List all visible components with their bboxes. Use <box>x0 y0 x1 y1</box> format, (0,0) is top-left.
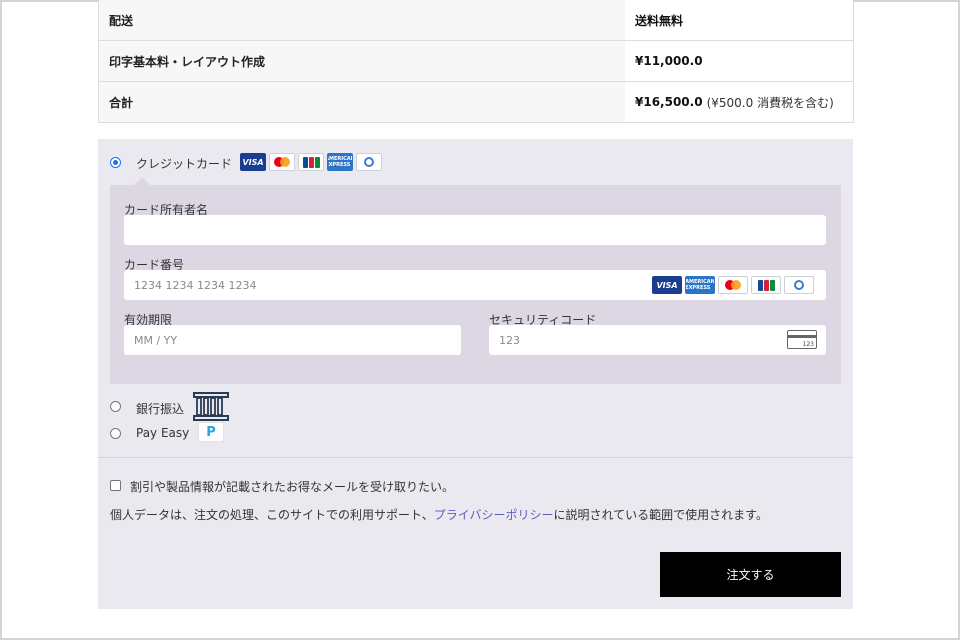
table-row: 印字基本料・レイアウト作成 ¥11,000.0 <box>99 40 853 81</box>
card-number-input[interactable]: 1234 1234 1234 1234 VISA AMERICAN EXPRES… <box>124 270 826 300</box>
tax-note: (¥500.0 消費税を含む) <box>706 95 834 110</box>
security-code-input[interactable]: 123 123 <box>489 325 826 355</box>
table-row: 合計 ¥16,500.0 (¥500.0 消費税を含む) <box>99 81 853 122</box>
print-fee-label: 印字基本料・レイアウト作成 <box>99 41 625 81</box>
print-fee-value-text: ¥11,000.0 <box>635 54 703 68</box>
table-row: 配送 送料無料 <box>99 0 853 40</box>
mastercard-icon <box>718 276 748 294</box>
payeasy-label[interactable]: Pay Easy <box>136 426 189 440</box>
credit-card-radio[interactable] <box>110 157 121 168</box>
order-summary-table: 配送 送料無料 印字基本料・レイアウト作成 ¥11,000.0 合計 ¥16,5… <box>98 0 854 123</box>
bank-transfer-label[interactable]: 銀行振込 <box>136 400 184 417</box>
jcb-icon <box>298 153 324 171</box>
total-value: ¥16,500.0 (¥500.0 消費税を含む) <box>625 82 853 122</box>
payeasy-radio[interactable] <box>110 428 121 439</box>
credit-card-form: カード所有者名 カード番号 1234 1234 1234 1234 VISA A… <box>110 185 841 384</box>
payeasy-icon: P <box>198 422 224 442</box>
card-brand-icons: VISA AMERICAN EXPRESS <box>240 153 382 171</box>
card-back-icon: 123 <box>787 330 817 349</box>
print-fee-value: ¥11,000.0 <box>625 41 853 81</box>
bank-icon <box>193 392 229 421</box>
diners-icon <box>784 276 814 294</box>
newsletter-label[interactable]: 割引や製品情報が記載されたお得なメールを受け取りたい。 <box>130 478 454 495</box>
privacy-policy-link[interactable]: プライバシーポリシー <box>434 508 554 522</box>
shipping-value-text: 送料無料 <box>635 13 684 28</box>
amex-icon: AMERICAN EXPRESS <box>327 153 353 171</box>
privacy-prefix: 個人データは、注文の処理、このサイトでの利用サポート、 <box>110 508 434 522</box>
place-order-button[interactable]: 注文する <box>660 552 841 597</box>
privacy-notice: 個人データは、注文の処理、このサイトでの利用サポート、プライバシーポリシーに説明… <box>110 506 768 523</box>
visa-icon: VISA <box>652 276 682 294</box>
diners-icon <box>356 153 382 171</box>
shipping-label: 配送 <box>99 0 625 40</box>
total-label: 合計 <box>99 82 625 122</box>
bank-transfer-radio[interactable] <box>110 401 121 412</box>
amex-icon: AMERICAN EXPRESS <box>685 276 715 294</box>
total-amount: ¥16,500.0 <box>635 95 703 109</box>
payment-section: クレジットカード VISA AMERICAN EXPRESS カード所有者名 カ… <box>98 139 853 609</box>
card-holder-input[interactable] <box>124 215 826 245</box>
credit-card-label[interactable]: クレジットカード <box>136 155 232 172</box>
card-number-brand-icons: VISA AMERICAN EXPRESS <box>652 276 814 294</box>
panel-caret <box>134 177 150 185</box>
visa-icon: VISA <box>240 153 266 171</box>
expiry-placeholder: MM / YY <box>134 333 178 347</box>
jcb-icon <box>751 276 781 294</box>
newsletter-checkbox[interactable] <box>110 480 121 491</box>
security-code-placeholder: 123 <box>499 333 520 347</box>
card-number-placeholder: 1234 1234 1234 1234 <box>134 278 257 292</box>
divider <box>98 457 853 458</box>
mastercard-icon <box>269 153 295 171</box>
expiry-input[interactable]: MM / YY <box>124 325 461 355</box>
shipping-value: 送料無料 <box>625 0 853 40</box>
privacy-suffix: に説明されている範囲で使用されます。 <box>553 508 768 522</box>
